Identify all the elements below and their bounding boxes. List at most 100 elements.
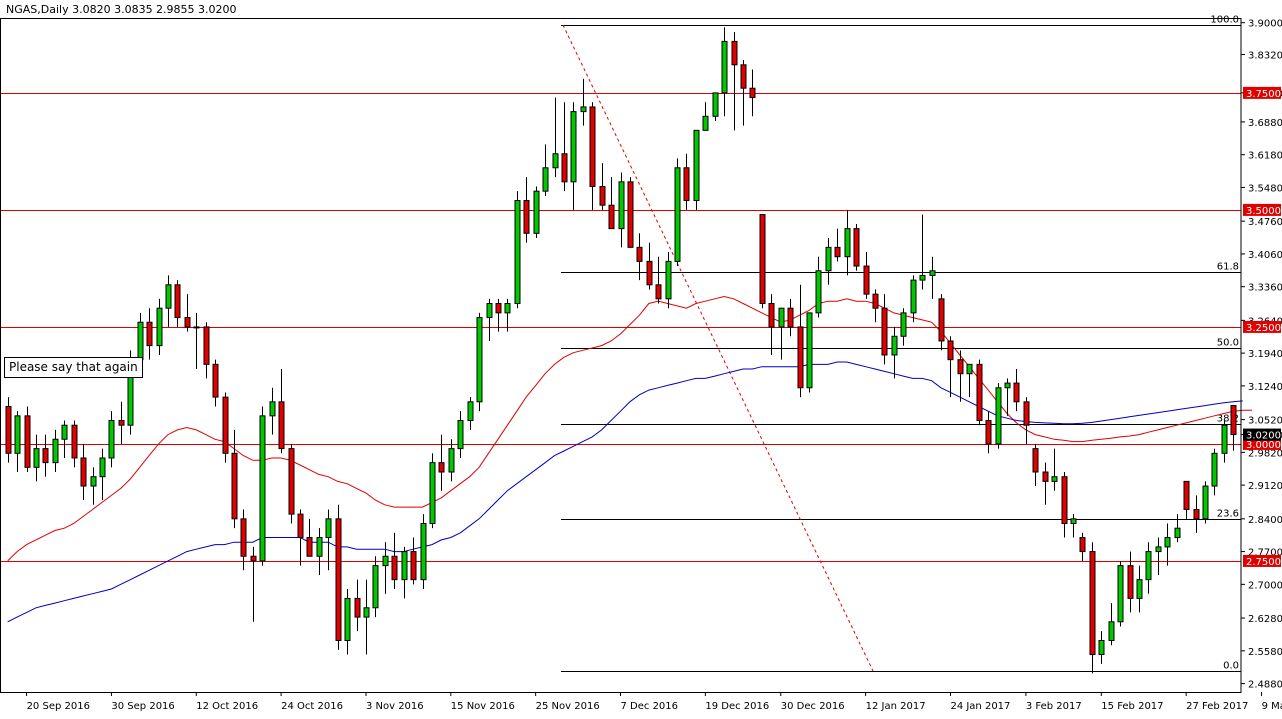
candle-body <box>542 167 549 192</box>
candle-body <box>240 518 247 557</box>
candle-body <box>363 607 370 618</box>
candle-body <box>1079 537 1086 553</box>
fib-label: 61.8 <box>1217 262 1239 273</box>
y-tick-label: 3.6180 <box>1248 151 1282 162</box>
candle-body <box>881 307 888 356</box>
candle-body <box>636 246 643 262</box>
candle-body <box>797 326 804 389</box>
candle-body <box>1193 508 1200 520</box>
candle <box>335 504 342 650</box>
candle-body <box>891 335 898 356</box>
candle-body <box>146 321 153 347</box>
x-tick-label: 3 Feb 2017 <box>1026 701 1082 712</box>
candle <box>533 186 540 238</box>
candle-body <box>957 359 964 375</box>
candle-body <box>702 115 709 131</box>
candle-body <box>938 298 945 342</box>
candle-body <box>618 181 625 230</box>
x-tick-label: 27 Feb 2017 <box>1186 701 1248 712</box>
candle-body <box>288 448 295 515</box>
candle <box>693 129 700 210</box>
price-tag: 3.5000 <box>1243 203 1281 217</box>
annotation-text: Please say that again <box>9 360 138 374</box>
candle-body <box>834 246 841 258</box>
candle-body <box>712 92 719 117</box>
price-tag: 3.2500 <box>1243 320 1281 334</box>
candle-body <box>80 457 87 487</box>
y-tick-label: 3.8320 <box>1248 51 1282 62</box>
candle-body <box>354 597 361 618</box>
candle-body <box>1117 565 1124 623</box>
candle-body <box>467 401 474 422</box>
candle-body <box>1174 527 1181 539</box>
candle-body <box>24 415 31 468</box>
candle <box>288 443 295 524</box>
price-tag-label: 3.5000 <box>1246 206 1281 217</box>
price-tag: 3.0200 <box>1243 428 1281 442</box>
price-tag-label: 3.2500 <box>1246 323 1281 334</box>
y-tick-label: 2.8400 <box>1248 515 1282 526</box>
y-tick-label: 3.3360 <box>1248 283 1282 294</box>
candle-body <box>1061 476 1068 525</box>
candle-body <box>156 307 163 347</box>
candle-body <box>693 129 700 202</box>
candle-body <box>749 87 756 99</box>
candle-body <box>900 312 907 337</box>
candle-body <box>5 405 12 454</box>
candle-body <box>1051 476 1058 482</box>
candle-body <box>1183 480 1190 510</box>
candle-body <box>1202 485 1209 520</box>
candle <box>372 556 379 618</box>
y-tick-label: 3.4060 <box>1248 250 1282 261</box>
candle-body <box>457 420 464 450</box>
candle <box>806 312 813 393</box>
candle-body <box>1221 424 1228 454</box>
candle-body <box>231 452 238 520</box>
candle-body <box>561 153 568 183</box>
candle-body <box>52 438 59 464</box>
candle-body <box>61 424 68 440</box>
candle-body <box>1004 382 1011 389</box>
candle-body <box>90 476 97 487</box>
fib-label: 100.0 <box>1210 15 1239 26</box>
candle <box>627 177 634 248</box>
candle-body <box>1108 621 1115 642</box>
y-tick-label: 3.1940 <box>1248 349 1282 360</box>
candle-body <box>184 317 191 328</box>
candle-body <box>1136 579 1143 599</box>
x-tick-label: 30 Dec 2016 <box>781 701 845 712</box>
candle <box>759 214 766 309</box>
price-tag-label: 3.7500 <box>1246 89 1281 100</box>
fib-label: 0.0 <box>1223 661 1239 672</box>
candle-body <box>947 340 954 361</box>
candle <box>259 406 266 566</box>
candle-body <box>14 415 21 454</box>
price-tag: 2.7500 <box>1243 554 1281 568</box>
candle-body <box>910 279 917 314</box>
candle-body <box>1013 382 1020 403</box>
candle-body <box>495 303 502 314</box>
candle-body <box>1230 405 1237 436</box>
candle <box>976 359 983 426</box>
candle-body <box>523 200 530 234</box>
candle-body <box>995 387 1002 445</box>
candle-body <box>768 303 775 328</box>
candle-body <box>608 204 615 230</box>
candle-body <box>99 457 106 478</box>
candle-body <box>825 246 832 272</box>
x-tick-label: 20 Sep 2016 <box>27 701 90 712</box>
candle-body <box>589 106 596 187</box>
x-tick-label: 15 Nov 2016 <box>451 701 515 712</box>
candle-body <box>504 303 511 314</box>
y-tick-label: 2.9120 <box>1248 481 1282 492</box>
candle-body <box>731 40 738 66</box>
candle-body <box>325 518 332 539</box>
candle-body <box>1070 518 1077 525</box>
candle <box>222 392 229 463</box>
candle-body <box>335 518 342 642</box>
x-tick-label: 15 Feb 2017 <box>1101 701 1163 712</box>
candle-body <box>552 153 559 169</box>
candle-body <box>1032 448 1039 473</box>
candle-body <box>420 523 427 581</box>
candle <box>1202 481 1209 524</box>
